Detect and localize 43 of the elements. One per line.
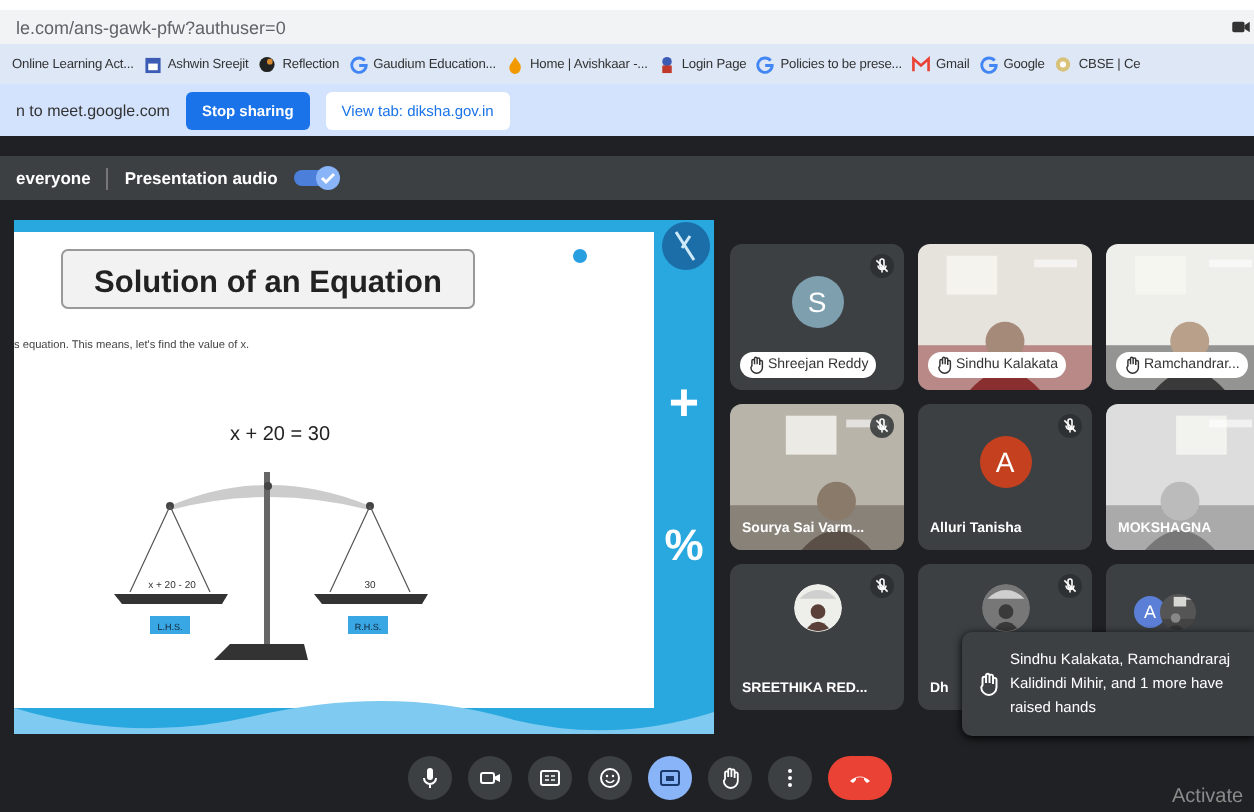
more-button[interactable] [768,756,812,800]
mail-icon [911,55,930,73]
audience-label: everyone [16,168,91,188]
sharing-message: n to meet.google.com [16,101,170,119]
emoji-icon [598,766,622,790]
flame-icon [506,55,524,73]
hand-icon [748,356,764,374]
info-dot-icon [573,249,587,263]
plus-symbol: + [668,372,700,432]
audio-label: Presentation audio [124,168,278,188]
avatar: A [979,436,1031,489]
hand-icon [1124,356,1140,374]
captions-button[interactable] [528,756,572,800]
present-icon [658,766,682,790]
google-icon [349,55,368,73]
emoji-button[interactable] [588,756,632,800]
hand-icon [718,766,742,790]
camera-button[interactable] [468,756,512,800]
emblem-icon [1054,55,1073,73]
google-icon [756,55,775,73]
hand-icon [978,672,998,696]
camera-icon[interactable] [1232,20,1250,34]
camera-icon [478,766,502,790]
activation-notice: Activate [1172,786,1244,808]
percent-symbol: % [664,520,704,570]
avatar: S [791,276,843,329]
calendar-icon [143,55,162,73]
audio-toggle[interactable] [293,166,342,190]
logo-icon [662,222,710,270]
end-call-button[interactable] [828,756,892,800]
captions-icon [538,766,562,790]
equation-text: x + 20 = 30 [229,424,331,446]
avatar: A [1134,596,1166,628]
hand-icon [936,356,952,374]
badge-icon [657,55,676,73]
mic-icon [418,766,442,790]
present-button[interactable] [648,756,692,800]
round-icon [258,55,277,73]
slide-title: Solution of an Equation [94,266,442,300]
hand-button[interactable] [708,756,752,800]
mic-button[interactable] [408,756,452,800]
url-text[interactable]: le.com/ans-gawk-pfw?authuser=0 [16,17,286,37]
google-icon [979,55,998,73]
